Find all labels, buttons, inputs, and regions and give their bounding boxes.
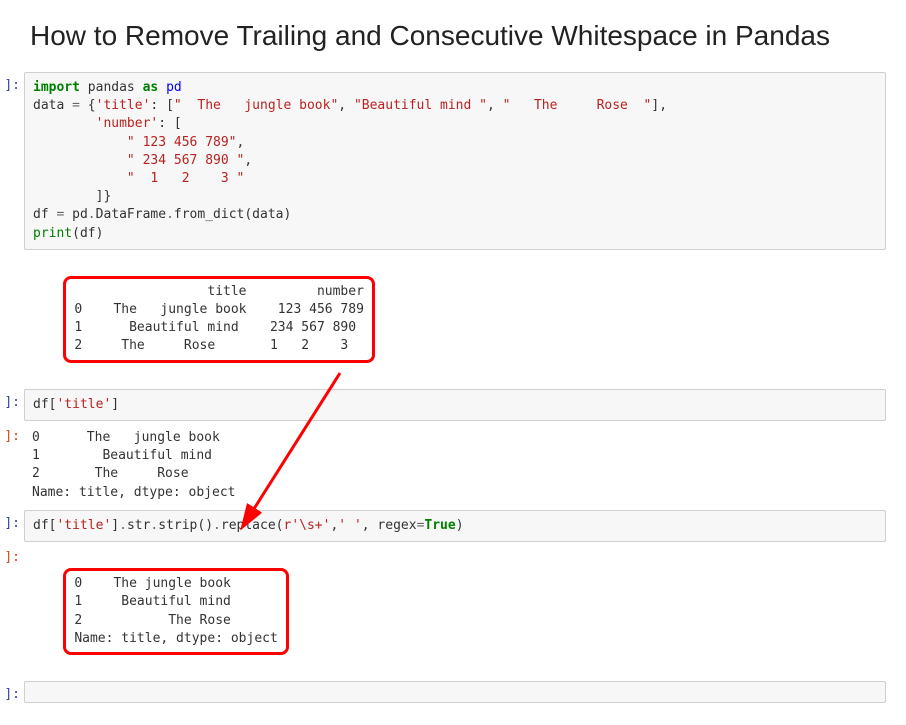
txt: ]}: [33, 189, 111, 204]
fn: strip: [158, 518, 197, 533]
code-input-empty[interactable]: [24, 681, 886, 703]
txt: ,: [338, 98, 354, 113]
str: " The jungle book": [174, 98, 338, 113]
txt: ]: [111, 518, 119, 533]
txt: ,: [237, 135, 245, 150]
in-prompt: ]:: [0, 681, 24, 703]
txt: ,: [244, 153, 252, 168]
fn: replace: [221, 518, 276, 533]
str: 'title': [56, 397, 111, 412]
txt: {: [80, 98, 96, 113]
output-3: 0 The jungle book 1 Beautiful mind 2 The…: [24, 544, 886, 679]
output-cell-3: ]: 0 The jungle book 1 Beautiful mind 2 …: [0, 544, 886, 679]
builtin-print: print: [33, 226, 72, 241]
txt: df[: [33, 397, 56, 412]
txt: (: [276, 518, 284, 533]
code-cell-empty: ]:: [0, 681, 886, 703]
output-cell-1: title number 0 The jungle book 123 456 7…: [0, 252, 886, 387]
code-input-1[interactable]: import pandas as pd data = {'title': [" …: [24, 72, 886, 250]
txt: df: [33, 207, 56, 222]
code-input-2[interactable]: df['title']: [24, 389, 886, 421]
code-cell-1: ]: import pandas as pd data = {'title': …: [0, 72, 886, 250]
code-cell-3: ]: df['title'].str.strip().replace(r'\s+…: [0, 510, 886, 542]
attr: str: [127, 518, 150, 533]
str: ' ': [338, 518, 361, 533]
output-text-3: 0 The jungle book 1 Beautiful mind 2 The…: [74, 576, 278, 646]
txt: df[: [33, 518, 56, 533]
txt: (df): [72, 226, 103, 241]
str: " The Rose ": [503, 98, 652, 113]
str: 'title': [56, 518, 111, 533]
kw-import: import: [33, 80, 80, 95]
str: 'number': [96, 116, 159, 131]
txt: [33, 135, 127, 150]
fn: from_dict: [174, 207, 244, 222]
highlight-box-2: 0 The jungle book 1 Beautiful mind 2 The…: [63, 568, 289, 655]
in-prompt: ]:: [0, 72, 24, 250]
highlight-box-1: title number 0 The jungle book 123 456 7…: [63, 276, 375, 363]
in-prompt: ]:: [0, 510, 24, 542]
txt: ]: [111, 397, 119, 412]
txt: [33, 153, 127, 168]
txt: ,: [487, 98, 503, 113]
txt: : [: [150, 98, 173, 113]
output-text-1: title number 0 The jungle book 123 456 7…: [74, 284, 364, 354]
str: "Beautiful mind ": [354, 98, 487, 113]
txt: (data): [244, 207, 291, 222]
txt: data: [33, 98, 72, 113]
txt: ],: [651, 98, 667, 113]
alias: pd: [158, 80, 181, 95]
code-cell-2: ]: df['title']: [0, 389, 886, 421]
txt: ): [456, 518, 464, 533]
op: .: [166, 207, 174, 222]
str: " 234 567 890 ": [127, 153, 244, 168]
kw-as: as: [143, 80, 159, 95]
output-1: title number 0 The jungle book 123 456 7…: [24, 252, 886, 387]
op: =: [72, 98, 80, 113]
txt: [33, 116, 96, 131]
str: " 1 2 3 ": [127, 171, 244, 186]
output-2: 0 The jungle book 1 Beautiful mind 2 The…: [24, 423, 886, 508]
page-title: How to Remove Trailing and Consecutive W…: [30, 20, 886, 52]
op: .: [119, 518, 127, 533]
kw-true: True: [424, 518, 455, 533]
txt: pandas: [80, 80, 143, 95]
txt: : [: [158, 116, 181, 131]
txt: , regex: [362, 518, 417, 533]
out-prompt-blank: [0, 252, 24, 387]
txt: (): [197, 518, 213, 533]
op: .: [213, 518, 221, 533]
str: r'\s+': [284, 518, 331, 533]
txt: [33, 171, 127, 186]
str: 'title': [96, 98, 151, 113]
str: " 123 456 789": [127, 135, 237, 150]
cls: DataFrame: [96, 207, 166, 222]
out-prompt: ]:: [0, 423, 24, 508]
op: .: [88, 207, 96, 222]
output-cell-2: ]: 0 The jungle book 1 Beautiful mind 2 …: [0, 423, 886, 508]
code-input-3[interactable]: df['title'].str.strip().replace(r'\s+','…: [24, 510, 886, 542]
txt: pd: [64, 207, 87, 222]
in-prompt: ]:: [0, 389, 24, 421]
out-prompt: ]:: [0, 544, 24, 679]
